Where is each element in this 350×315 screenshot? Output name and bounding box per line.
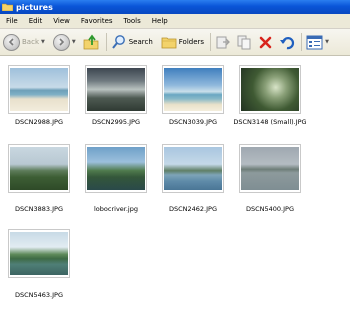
delete-button[interactable]: [258, 31, 273, 53]
thumbnail-image: [164, 68, 222, 111]
thumbnail[interactable]: [8, 65, 70, 114]
thumbnail-image: [10, 147, 68, 190]
thumbnail-image: [241, 68, 299, 111]
up-folder-button[interactable]: [82, 31, 100, 53]
delete-x-icon: [259, 36, 272, 48]
menu-bar: File Edit View Favorites Tools Help: [0, 14, 350, 29]
back-arrow-icon: [3, 33, 20, 51]
forward-dropdown-icon[interactable]: ▼: [72, 39, 76, 45]
menu-view[interactable]: View: [53, 17, 70, 25]
file-name[interactable]: DSCN2988.JPG: [1, 118, 77, 126]
search-icon: [111, 35, 125, 49]
back-label: Back: [22, 38, 39, 46]
back-dropdown-icon[interactable]: ▼: [41, 39, 45, 45]
forward-button[interactable]: ▼: [52, 31, 76, 53]
window-title: pictures: [16, 2, 53, 12]
menu-favorites[interactable]: Favorites: [81, 17, 113, 25]
file-name[interactable]: DSCN2995.JPG: [78, 118, 154, 126]
thumbnail[interactable]: [239, 65, 301, 114]
toolbar-separator: [301, 33, 303, 51]
file-name[interactable]: DSCN3883.JPG: [1, 205, 77, 213]
folder-icon: [2, 3, 13, 11]
file-name[interactable]: DSCN5463.JPG: [1, 291, 77, 299]
file-name[interactable]: DSCN5400.JPG: [232, 205, 308, 213]
thumbnail-image: [10, 68, 68, 111]
toolbar: Back ▼ ▼ Search Folders ▼: [0, 29, 350, 56]
search-label: Search: [128, 38, 153, 46]
views-icon: [306, 35, 323, 49]
move-to-icon: [216, 36, 230, 49]
file-name[interactable]: DSCN2462.JPG: [155, 205, 231, 213]
undo-icon: [280, 37, 295, 50]
folders-label: Folders: [178, 38, 205, 46]
folders-button[interactable]: Folders: [161, 31, 204, 53]
thumbnail[interactable]: [85, 144, 147, 193]
copy-to-button[interactable]: [236, 31, 252, 53]
toolbar-separator: [105, 33, 107, 51]
views-dropdown-icon[interactable]: ▼: [325, 39, 329, 45]
views-button[interactable]: ▼: [306, 31, 329, 53]
menu-edit[interactable]: Edit: [29, 17, 43, 25]
menu-help[interactable]: Help: [152, 17, 168, 25]
menu-tools[interactable]: Tools: [124, 17, 141, 25]
thumbnail-image: [87, 68, 145, 111]
thumbnail[interactable]: [85, 65, 147, 114]
menu-file[interactable]: File: [6, 17, 18, 25]
file-view: DSCN2988.JPG DSCN2995.JPG DSCN3039.JPG D…: [0, 57, 350, 315]
thumbnail[interactable]: [8, 144, 70, 193]
search-button[interactable]: Search: [111, 31, 153, 53]
file-name[interactable]: DSCN3148 (Small).JPG: [229, 118, 311, 126]
thumbnail-image: [241, 147, 299, 190]
undo-button[interactable]: [279, 31, 295, 53]
file-name[interactable]: lobocriver.jpg: [78, 205, 154, 213]
up-folder-icon: [83, 34, 99, 50]
forward-arrow-icon: [52, 33, 70, 51]
back-button[interactable]: Back ▼: [3, 31, 45, 53]
thumbnail-image: [164, 147, 222, 190]
thumbnail[interactable]: [162, 65, 224, 114]
thumbnail-image: [10, 232, 68, 275]
thumbnail[interactable]: [8, 229, 70, 278]
folders-icon: [161, 37, 177, 49]
thumbnail[interactable]: [239, 144, 301, 193]
title-bar: pictures: [0, 0, 350, 14]
thumbnail[interactable]: [162, 144, 224, 193]
file-name[interactable]: DSCN3039.JPG: [155, 118, 231, 126]
thumbnail-image: [87, 147, 145, 190]
move-to-button[interactable]: [215, 31, 231, 53]
toolbar-separator: [210, 33, 212, 51]
copy-to-icon: [237, 35, 251, 50]
